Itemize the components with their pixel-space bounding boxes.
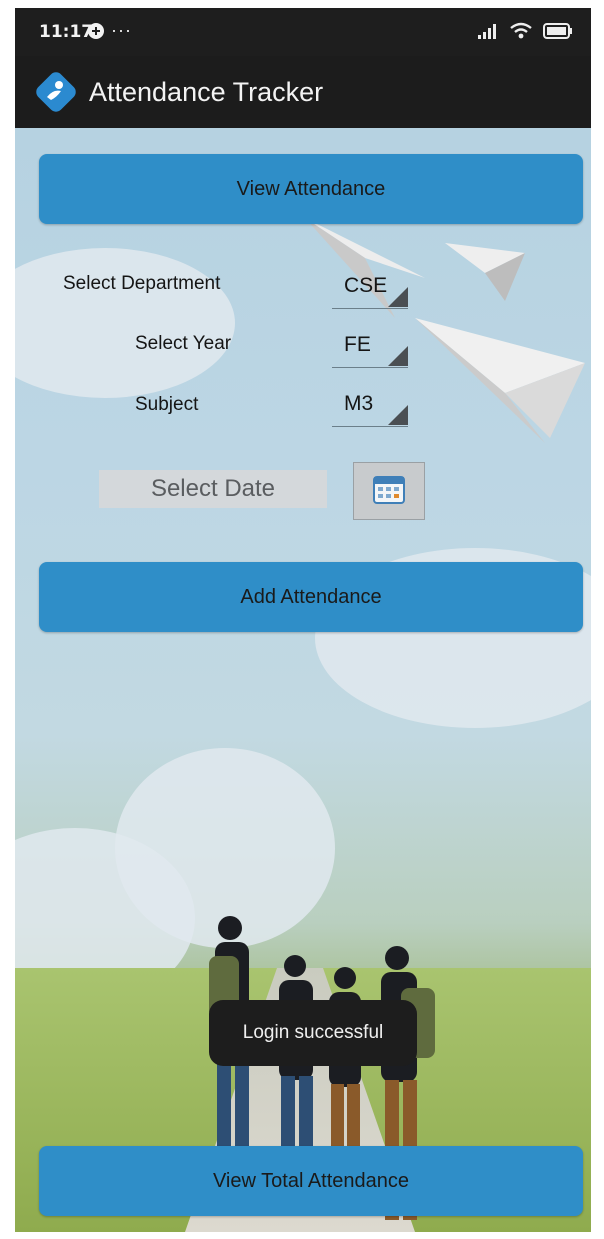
wifi-icon [509, 22, 533, 45]
dropdown-arrow-icon [388, 287, 408, 307]
select-date-field[interactable]: Select Date [99, 470, 327, 508]
page-title: Attendance Tracker [89, 77, 324, 107]
sync-icon [87, 22, 105, 45]
app-logo-icon [33, 69, 79, 115]
subject-label: Subject [135, 394, 199, 415]
year-label: Select Year [135, 333, 232, 354]
signal-icon [477, 23, 499, 44]
calendar-icon [372, 473, 406, 510]
background-cloud [15, 248, 235, 398]
view-total-attendance-button[interactable]: View Total Attendance [39, 1146, 583, 1216]
year-dropdown[interactable]: FE [332, 327, 408, 368]
app-bar: Attendance Tracker [15, 56, 591, 128]
dropdown-arrow-icon [388, 405, 408, 425]
phone-screen: 11:17 ··· Attendance Tracker View Attend… [15, 8, 591, 1232]
department-label: Select Department [63, 273, 221, 294]
battery-icon [543, 23, 573, 44]
more-dots-icon: ··· [111, 20, 132, 40]
year-value: FE [344, 333, 371, 356]
view-attendance-button[interactable]: View Attendance [39, 154, 583, 224]
add-attendance-button[interactable]: Add Attendance [39, 562, 583, 632]
paper-plane-icon [415, 318, 585, 443]
department-value: CSE [344, 274, 388, 297]
calendar-button[interactable] [353, 462, 425, 520]
main-content: View Attendance Select Department CSE Se… [15, 128, 591, 1232]
login-toast: Login successful [209, 1000, 417, 1066]
subject-dropdown[interactable]: M3 [332, 386, 408, 427]
subject-value: M3 [344, 392, 374, 415]
paper-plane-icon [445, 243, 525, 301]
department-dropdown[interactable]: CSE [332, 268, 408, 309]
status-bar: 11:17 ··· [15, 8, 591, 56]
dropdown-arrow-icon [388, 346, 408, 366]
status-time: 11:17 [39, 22, 94, 42]
